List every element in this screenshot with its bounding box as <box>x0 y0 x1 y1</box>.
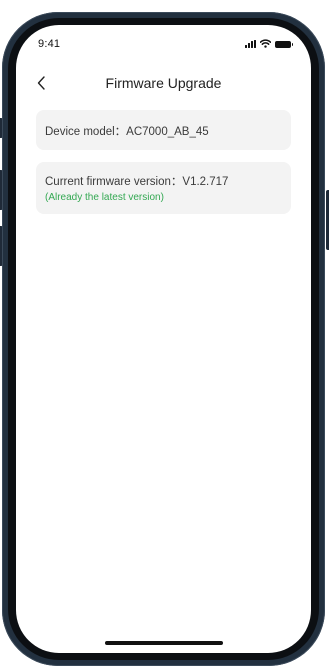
device-model-card: Device model：AC7000_AB_45 <box>36 110 291 150</box>
firmware-status-text: (Already the latest version) <box>45 192 164 203</box>
nav-bar: Firmware Upgrade <box>16 69 311 99</box>
phone-frame: 9:41 Firmware Upgrade Device model：AC700… <box>2 12 325 666</box>
page-title: Firmware Upgrade <box>105 75 222 91</box>
app-screen: 9:41 Firmware Upgrade Device model：AC700… <box>16 25 311 653</box>
phone-bezel: 9:41 Firmware Upgrade Device model：AC700… <box>8 18 319 660</box>
status-time: 9:41 <box>38 38 61 50</box>
device-model-text: Device model：AC7000_AB_45 <box>45 126 209 138</box>
home-indicator[interactable] <box>104 641 223 645</box>
battery-icon <box>275 41 293 48</box>
signal-bars-icon <box>245 40 256 48</box>
wifi-icon <box>260 39 271 48</box>
status-icons <box>245 38 293 48</box>
firmware-version-card: Current firmware version：V1.2.717 (Alrea… <box>36 162 291 214</box>
status-bar: 9:41 <box>16 25 311 55</box>
firmware-version-text: Current firmware version：V1.2.717 <box>45 176 229 188</box>
